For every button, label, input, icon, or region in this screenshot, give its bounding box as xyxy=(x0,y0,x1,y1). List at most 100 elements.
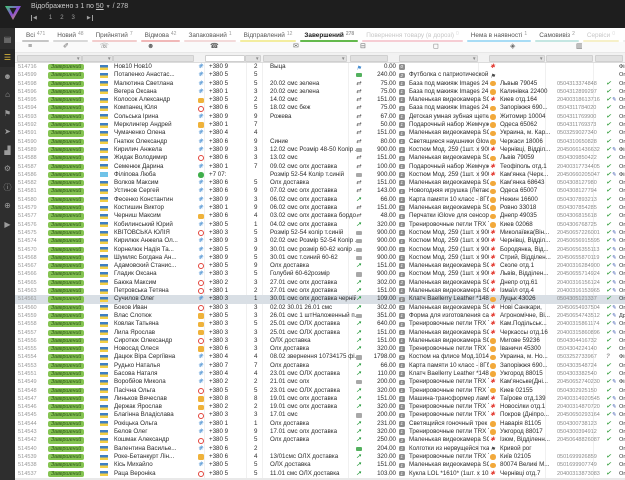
table-row[interactable]: 514539 Завершений Роке-Бетанкурт Лін... … xyxy=(15,453,625,461)
check-icon[interactable] xyxy=(606,179,611,186)
tab-В дорозі додому[interactable]: В дорозі додому xyxy=(621,28,625,42)
barcode-column-icon[interactable]: ▥ xyxy=(576,42,583,52)
sidebar-marketing-icon[interactable]: ⚑ xyxy=(0,104,15,123)
phone-column-icon[interactable]: ☎ xyxy=(210,42,219,52)
check-icon[interactable] xyxy=(606,370,611,377)
column-filter-input[interactable] xyxy=(113,55,194,63)
table-row[interactable]: 514586 Завершений Філіпова Люба +7 07: Р… xyxy=(15,171,625,179)
table-row[interactable]: 514561 Завершений Сучилов Олег +380 3 1 … xyxy=(15,295,625,303)
table-row[interactable]: 514566 Завершений Гладик Оксана +380 3 5… xyxy=(15,270,625,278)
column-filter-input[interactable]: ▼ xyxy=(82,55,113,63)
table-row[interactable]: 514582 Завершений Волков Максим +380 6 5… xyxy=(15,179,625,187)
check-icon[interactable] xyxy=(606,295,611,302)
check-icon[interactable] xyxy=(606,436,611,443)
clients-column-icon[interactable]: ☻ xyxy=(147,42,154,52)
check-icon[interactable] xyxy=(606,154,611,161)
sidebar-settings-icon[interactable]: ⚙ xyxy=(0,160,15,179)
table-row[interactable]: 514592 Завершений Мерклингер Андрей +380… xyxy=(15,121,625,129)
table-row[interactable]: 514574 Завершений Кирилюк Анжела Ол... +… xyxy=(15,237,625,245)
check-icon[interactable] xyxy=(606,304,616,311)
status-column-icon[interactable]: ≡ xyxy=(28,42,32,52)
tab-Новий[interactable]: Новий48 xyxy=(51,28,89,42)
check-icon[interactable] xyxy=(606,171,616,178)
column-filter-input[interactable] xyxy=(546,55,593,63)
tab-Нема в наявності[interactable]: Нема в наявності1 xyxy=(465,28,533,42)
table-row[interactable]: 514568 Завершений Шумляс Богдана Ан... +… xyxy=(15,254,625,262)
tab-Відправлений[interactable]: Відправлений12 xyxy=(238,28,299,42)
tab-Сервіси[interactable]: Сервіси0 xyxy=(581,28,621,42)
check-icon[interactable] xyxy=(606,221,611,228)
check-icon[interactable] xyxy=(606,461,611,468)
sidebar-orders-icon[interactable]: ☰ xyxy=(0,49,15,68)
table-row[interactable]: 514556 Завершений Сиротюк Олександр +380… xyxy=(15,337,625,345)
table-row[interactable]: 514575 Завершений КВІТОВСЬКА ЮЛІЯ +380 3… xyxy=(15,229,625,237)
check-icon[interactable] xyxy=(606,237,616,244)
check-icon[interactable] xyxy=(606,146,616,153)
check-icon[interactable] xyxy=(606,312,616,319)
check-icon[interactable] xyxy=(606,80,611,87)
page-button[interactable]: 2 xyxy=(60,15,63,21)
table-row[interactable]: 514716 Завершений Нов10 Нов10 +380 9 2 В… xyxy=(15,63,625,71)
table-row[interactable]: 514554 Завершений Дацюк Віра Сергіївна +… xyxy=(15,353,625,361)
table-row[interactable]: 514594 Завершений Компанец Юля +380 6 5 … xyxy=(15,104,625,112)
check-icon[interactable] xyxy=(606,88,611,95)
last-page-button[interactable]: ▶ xyxy=(87,15,93,21)
tab-Прийнятий[interactable]: Прийнятий7 xyxy=(90,28,139,42)
tab-Самовивіз[interactable]: Самовивіз2 xyxy=(533,28,581,42)
table-row[interactable]: 514540 Завершений Валентина Василье... +… xyxy=(15,445,625,453)
check-icon[interactable] xyxy=(606,129,611,136)
page-button[interactable]: 1 xyxy=(49,15,52,21)
page-button[interactable]: 3 xyxy=(72,15,75,21)
column-filter-input[interactable] xyxy=(205,55,245,63)
check-icon[interactable] xyxy=(606,279,616,286)
table-row[interactable]: 514558 Завершений Ковлак Татьяна +380 3 … xyxy=(15,320,625,328)
table-row[interactable]: 514599 Завершений Потапенко Анастас... +… xyxy=(15,71,625,79)
check-icon[interactable] xyxy=(606,387,611,394)
table-row[interactable]: 514542 Завершений Кошмак Александр +380 … xyxy=(15,436,625,444)
page-size-dropdown[interactable]: 50 xyxy=(96,3,104,10)
check-icon[interactable] xyxy=(606,287,616,294)
check-icon[interactable] xyxy=(606,353,610,360)
check-icon[interactable] xyxy=(606,270,616,277)
table-row[interactable]: 514580 Завершений Фесенко Константин +38… xyxy=(15,196,625,204)
comment-column-icon[interactable]: ✉ xyxy=(293,42,299,52)
check-icon[interactable] xyxy=(606,337,611,344)
shown-range-label[interactable]: Відображено з 1 по 50 ▼ / 278 xyxy=(31,3,128,10)
sidebar-clients-icon[interactable]: ☻ xyxy=(0,67,15,86)
table-row[interactable]: 514549 Завершений Воробйов Микола +380 2… xyxy=(15,378,625,386)
table-row[interactable]: 514547 Завершений Линьков Вячеслав +380 … xyxy=(15,395,625,403)
table-row[interactable]: 514543 Завершений Белов Олег +380 9 9 17… xyxy=(15,428,625,436)
table-row[interactable]: 514595 Завершений Колосок Александр +380… xyxy=(15,96,625,104)
table-row[interactable]: 514581 Завершений Устинов Сергей +380 6 … xyxy=(15,187,625,195)
table-row[interactable]: 514588 Завершений Жидак Володимир +380 6… xyxy=(15,154,625,162)
table-row[interactable]: 514565 Завершений Баюка Максим +380 2 3 … xyxy=(15,279,625,287)
check-icon[interactable] xyxy=(606,428,611,435)
app-logo-icon[interactable] xyxy=(4,5,22,21)
check-icon[interactable] xyxy=(606,163,611,170)
tab-Повернення товару (в дорозі)[interactable]: Повернення товару (в дорозі)0 xyxy=(360,28,465,42)
check-icon[interactable] xyxy=(606,411,616,418)
table-row[interactable]: 514548 Завершений Пасічна Ольга +380 5 5… xyxy=(15,387,625,395)
check-icon[interactable] xyxy=(606,329,616,336)
table-row[interactable]: 514596 Завершений Вегера Оксана +380 1 3… xyxy=(15,88,625,96)
tab-Завершений[interactable]: Завершений278 xyxy=(298,28,360,42)
check-icon[interactable] xyxy=(606,204,611,211)
table-row[interactable]: 514537 Завершений Раца Вероніка +380 5 5… xyxy=(15,470,625,478)
edit-list-icon[interactable]: ✐ xyxy=(63,42,69,52)
table-row[interactable]: 514553 Завершений Рудько Наталья +380 7 … xyxy=(15,362,625,370)
table-row[interactable]: 514598 Завершений Малютина Светлана +380… xyxy=(15,80,625,88)
column-filter-input[interactable]: ▼ xyxy=(263,55,347,63)
location-column-icon[interactable]: ◈ xyxy=(510,42,515,52)
table-row[interactable]: 514545 Завершений Благінна Владіслава +3… xyxy=(15,411,625,419)
check-icon[interactable] xyxy=(606,138,611,145)
table-row[interactable]: 514538 Завершений Кісь Михайло +380 5 5 … xyxy=(15,461,625,469)
table-row[interactable]: 514557 Завершений Лила Ярослав +380 3 3 … xyxy=(15,329,625,337)
check-icon[interactable] xyxy=(606,113,611,120)
table-row[interactable]: 514567 Завершений Адамовский Станис... +… xyxy=(15,262,625,270)
first-page-button[interactable]: ◀ xyxy=(31,15,37,21)
tab-Запакований[interactable]: Запакований1 xyxy=(182,28,237,42)
column-filter-input[interactable]: ▼ xyxy=(17,55,82,63)
column-filter-input[interactable]: ▼ xyxy=(245,55,261,63)
table-row[interactable]: 514591 Завершений Чумаченко Олена +380 4… xyxy=(15,129,625,137)
check-icon[interactable] xyxy=(606,104,611,111)
